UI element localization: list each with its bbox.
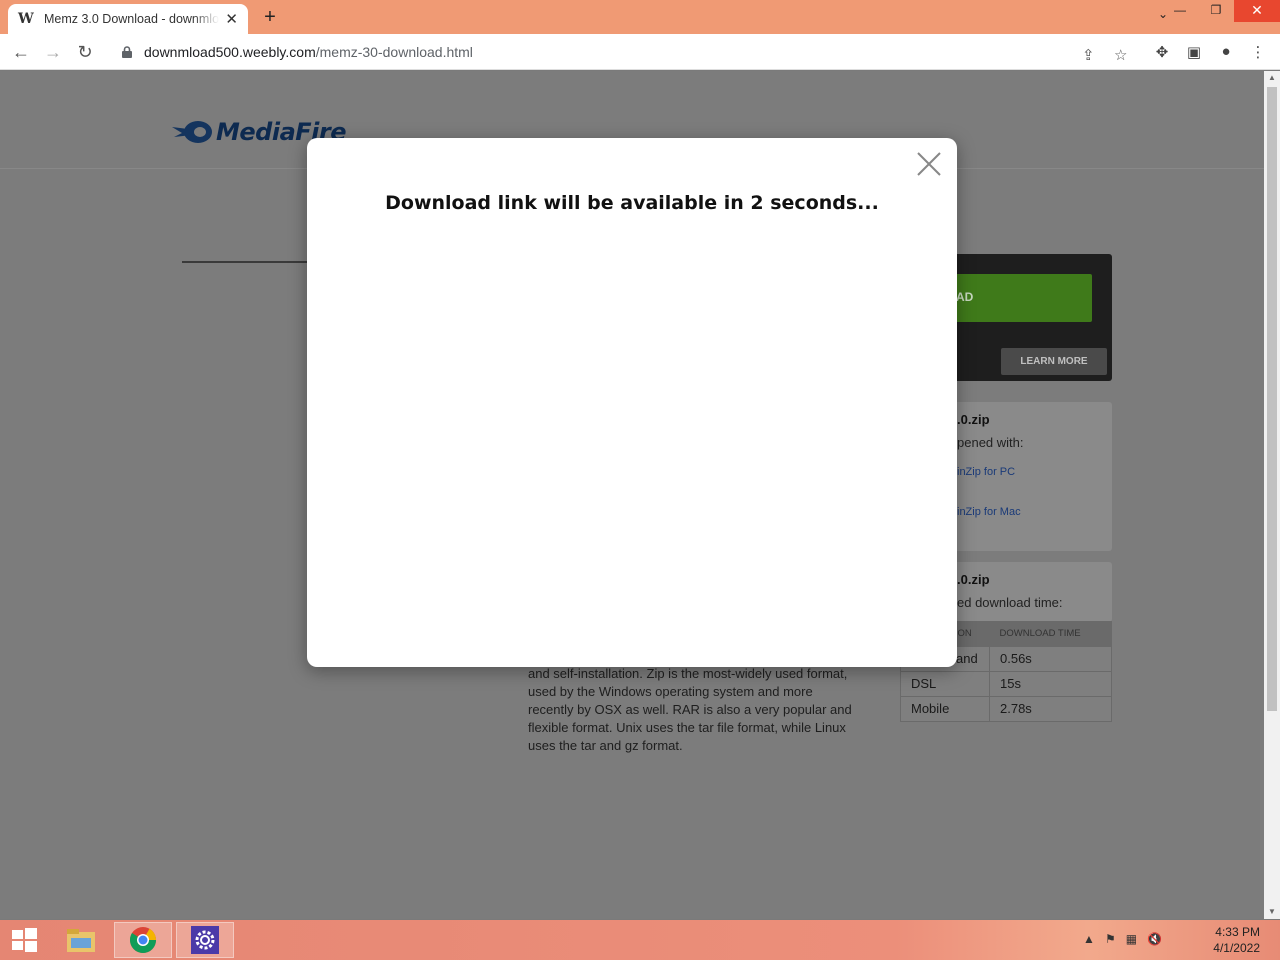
side-panel-icon[interactable]: ▣ <box>1184 43 1204 61</box>
clock-time: 4:33 PM <box>1215 925 1260 939</box>
download-box: AD LEARN MORE <box>940 254 1112 381</box>
window-controls: ⌄ — ❐ ✕ <box>1158 0 1280 30</box>
folder-icon <box>67 929 95 952</box>
format-description: and self-installation. Zip is the most-w… <box>528 665 872 755</box>
scroll-up-arrow-icon[interactable]: ▲ <box>1264 71 1280 85</box>
profile-avatar-icon[interactable]: ● <box>1216 43 1236 60</box>
table-row: Mobile 2.78s <box>900 695 1112 722</box>
table-header: DOWNLOAD TIME <box>989 621 1112 646</box>
learn-more-button[interactable]: LEARN MORE <box>1001 348 1107 375</box>
mediafire-flame-icon <box>172 121 212 143</box>
description-line: used by the Windows operating system and… <box>528 684 813 699</box>
forward-arrow-icon[interactable]: → <box>40 40 66 64</box>
network-icon[interactable]: ▦ <box>1126 932 1137 946</box>
back-arrow-icon[interactable]: ← <box>8 40 34 64</box>
windows-taskbar: ▲ ⚑ ▦ 🔇 4:33 PM 4/1/2022 <box>0 920 1280 960</box>
description-line: flexible format. Unix uses the tar file … <box>528 720 846 735</box>
countdown-message: Download link will be available in 2 sec… <box>385 192 879 214</box>
download-button-label: AD <box>956 290 974 304</box>
modal-close-icon[interactable] <box>915 150 943 178</box>
description-line: recently by OSX as well. RAR is also a v… <box>528 702 852 717</box>
tab-title: Memz 3.0 Download - downmload500 <box>43 12 220 26</box>
tab-close-icon[interactable]: ✕ <box>225 10 238 28</box>
page-scrollbar[interactable]: ▲ ▼ <box>1264 71 1280 919</box>
url-path: /memz-30-download.html <box>315 44 473 60</box>
browser-tab[interactable]: W Memz 3.0 Download - downmload500 ✕ <box>8 4 248 34</box>
start-button[interactable] <box>0 922 48 958</box>
lock-icon <box>122 46 132 58</box>
tab-search-chevron-icon[interactable]: ⌄ <box>1158 7 1168 21</box>
bookmark-star-icon[interactable]: ☆ <box>1114 46 1127 64</box>
tray-overflow-chevron-icon[interactable]: ▲ <box>1083 932 1095 946</box>
table-cell: 15s <box>989 670 1112 697</box>
restore-button[interactable]: ❐ <box>1198 0 1234 22</box>
new-tab-button[interactable]: + <box>258 5 282 29</box>
browser-toolbar: ← → ↻ downmload500.weebly.com /memz-30-d… <box>0 34 1280 70</box>
file-name: .0.zip <box>957 572 990 587</box>
taskbar-chrome[interactable] <box>114 922 172 958</box>
clock-date: 4/1/2022 <box>1213 941 1260 955</box>
windows-logo-icon <box>12 928 37 952</box>
download-time-label: ed download time: <box>957 595 1063 610</box>
action-center-flag-icon[interactable]: ⚑ <box>1105 932 1116 946</box>
opened-with-label: pened with: <box>957 435 1024 450</box>
download-button[interactable]: AD <box>940 274 1092 322</box>
settings-gear-icon <box>191 926 219 954</box>
extensions-puzzle-icon[interactable]: ✥ <box>1152 43 1172 61</box>
table-cell: DSL <box>900 670 990 697</box>
share-icon[interactable]: ⇪ <box>1082 46 1095 64</box>
taskbar-clock[interactable]: 4:33 PM 4/1/2022 <box>1213 924 1260 956</box>
volume-muted-icon[interactable]: 🔇 <box>1147 932 1162 946</box>
taskbar-settings[interactable] <box>176 922 234 958</box>
url-host: downmload500.weebly.com <box>144 44 316 60</box>
description-line: and self-installation. Zip is the most-w… <box>528 666 848 681</box>
table-cell: 0.56s <box>989 645 1112 672</box>
description-line: uses the tar and gz format. <box>528 738 683 753</box>
section-divider <box>182 261 312 263</box>
table-row: DSL 15s <box>900 670 1112 697</box>
address-bar[interactable]: downmload500.weebly.com /memz-30-downloa… <box>108 38 1140 66</box>
browser-tabstrip: W Memz 3.0 Download - downmload500 ✕ + ⌄… <box>0 0 1280 34</box>
table-cell: 2.78s <box>989 695 1112 722</box>
window-close-button[interactable]: ✕ <box>1234 0 1280 22</box>
chrome-icon <box>129 927 157 954</box>
scroll-down-arrow-icon[interactable]: ▼ <box>1264 905 1280 919</box>
reload-icon[interactable]: ↻ <box>72 40 98 64</box>
kebab-menu-icon[interactable]: ⋮ <box>1248 43 1268 61</box>
download-modal: Download link will be available in 2 sec… <box>307 138 957 667</box>
winzip-mac-link[interactable]: inZip for Mac <box>957 506 1021 518</box>
winzip-pc-link[interactable]: inZip for PC <box>957 466 1015 478</box>
file-name: .0.zip <box>957 412 990 427</box>
taskbar-file-explorer[interactable] <box>52 922 110 958</box>
scroll-thumb[interactable] <box>1267 87 1277 711</box>
table-cell: Mobile <box>900 695 990 722</box>
weebly-favicon-icon: W <box>18 11 34 27</box>
system-tray: ▲ ⚑ ▦ 🔇 <box>1083 932 1162 946</box>
